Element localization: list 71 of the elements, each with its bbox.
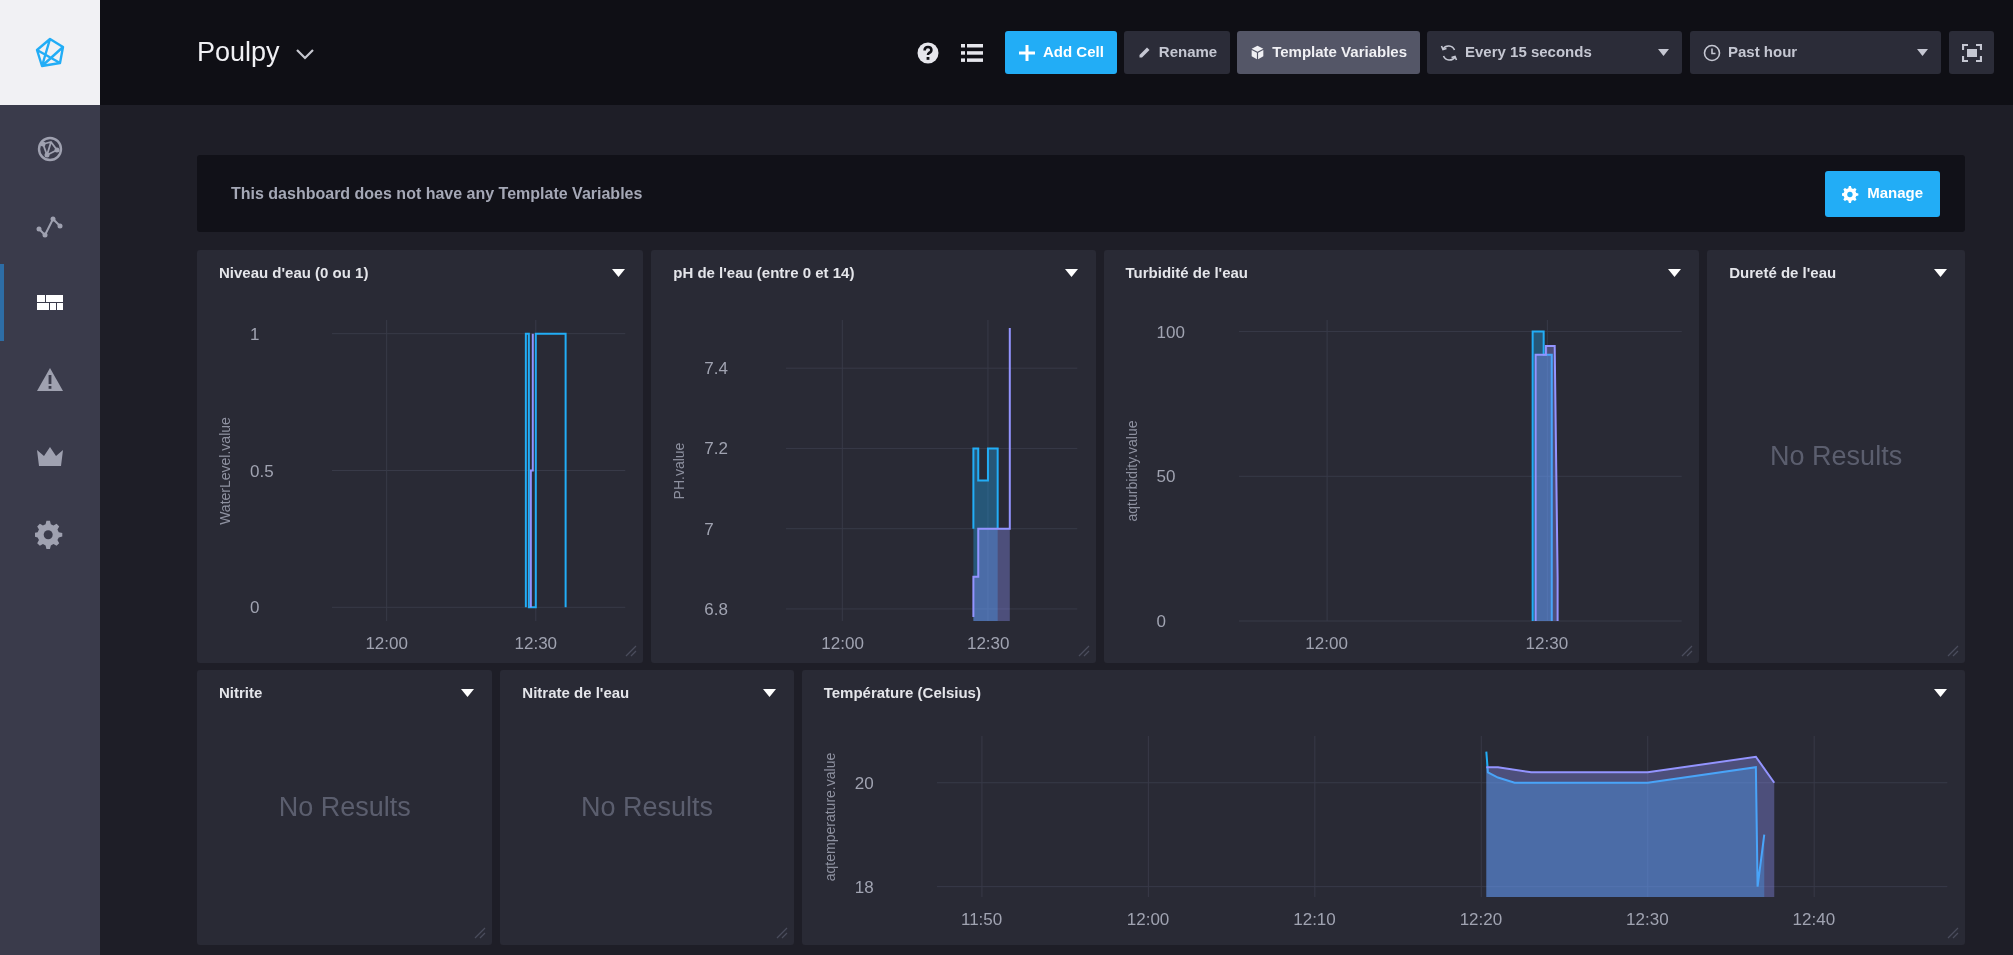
y-tick-label: 100 [1156,323,1185,341]
resize-handle-icon[interactable] [472,925,487,939]
resize-handle-icon[interactable] [1945,643,1959,657]
x-tick-label: 12:20 [1459,911,1503,928]
cell-title: Nitrite [219,682,264,703]
logo-tile[interactable] [0,0,100,105]
caret-icon[interactable] [762,689,776,697]
resize-handle-icon[interactable] [1945,925,1959,939]
x-tick-label: 12:00 [1126,911,1170,928]
settings-icon [35,518,65,549]
template-variables-message: This dashboard does not have any Template Variables [231,183,644,204]
caret-icon [1917,49,1928,56]
x-tick-label: 12:00 [365,635,408,652]
caret-icon[interactable] [461,689,475,697]
x-tick-label: 12:00 [1305,635,1348,652]
refresh-icon [1440,43,1458,62]
x-tick-label: 12:00 [821,635,864,652]
help-icon[interactable] [917,41,939,64]
y-tick-label: 7 [704,520,714,538]
resize-handle-icon[interactable] [623,643,638,657]
refresh-interval-dropdown[interactable]: Every 15 seconds [1427,31,1682,74]
y-tick-label: 0.5 [250,462,274,479]
y-tick-label: 7.4 [704,359,728,377]
x-tick-label: 12:40 [1792,911,1836,928]
list-icon[interactable] [961,42,983,63]
y-axis-label: aqtemperature.value [822,752,837,881]
fullscreen-icon [1961,43,1982,62]
caret-icon[interactable] [1934,269,1947,277]
y-tick-label: 6.8 [704,600,728,618]
caret-icon[interactable] [1934,689,1947,697]
y-tick-label: 0 [250,598,260,616]
x-tick-label: 12:30 [966,635,1010,652]
no-results-message: No Results [580,791,713,825]
cell-title: Niveau d'eau (0 ou 1) [219,262,370,283]
y-tick-label: 0 [1156,612,1166,630]
x-tick-label: 12:30 [514,635,558,652]
time-range-dropdown[interactable]: Past hour [1690,31,1941,74]
y-tick-label: 18 [854,878,874,896]
y-axis-label: WaterLevel.value [218,416,232,525]
y-axis-label: aqturbidity.value [1124,420,1139,521]
caret-icon[interactable] [1064,269,1078,277]
resize-handle-icon[interactable] [1679,643,1694,657]
chevron-down-icon[interactable] [293,47,316,61]
cell-title: Dureté de l'eau [1729,262,1838,283]
caret-icon[interactable] [1668,269,1682,277]
x-tick-label: 12:30 [1626,911,1669,928]
cube-icon [1250,45,1266,60]
gear-icon [1842,184,1861,203]
cell-title: Turbidité de l'eau [1125,262,1249,283]
y-tick-label: 50 [1156,467,1176,485]
x-tick-label: 12:30 [1525,635,1569,652]
fullscreen-button[interactable] [1949,31,1994,74]
caret-icon [1658,49,1669,56]
logo-icon [33,35,67,70]
clock-icon [1703,43,1721,62]
cell-title: pH de l'eau (entre 0 et 14) [673,262,856,283]
no-results-message: No Results [1770,440,1903,474]
rename-button[interactable]: Rename [1123,31,1231,74]
caret-icon[interactable] [612,269,626,277]
y-tick-label: 20 [854,774,874,792]
cell-title: Température (Celsius) [823,682,982,703]
dashboard-title[interactable]: Poulpy [197,32,280,73]
plus-icon [1018,43,1036,62]
y-tick-label: 7.2 [704,439,728,457]
x-tick-label: 11:50 [960,911,1003,928]
no-results-message: No Results [278,791,411,825]
template-variables-button[interactable]: Template Variables [1237,31,1420,74]
cell-title: Nitrate de l'eau [522,682,631,703]
y-axis-label: PH.value [672,442,687,499]
y-tick-label: 1 [250,325,260,343]
x-tick-label: 12:10 [1293,911,1336,928]
